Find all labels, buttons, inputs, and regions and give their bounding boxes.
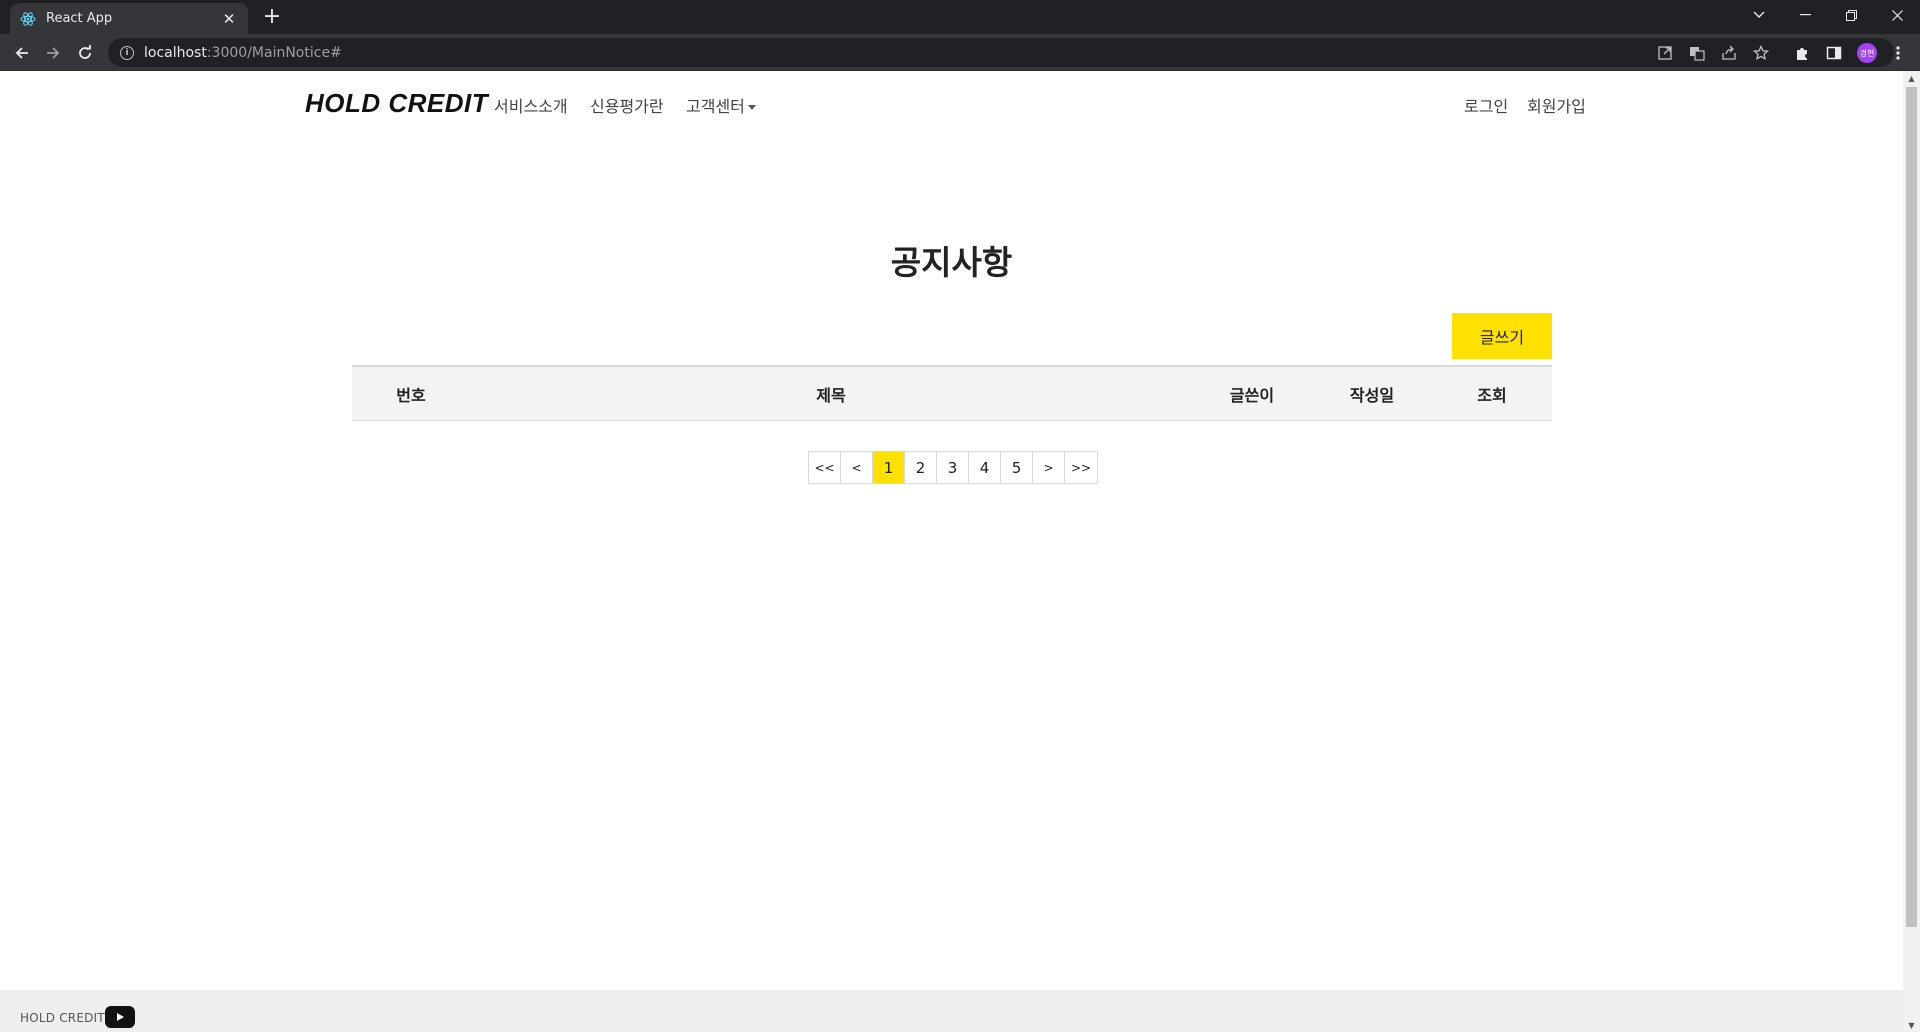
browser-tab-strip: React App ✕ +	[0, 0, 1920, 34]
nav-customer-center[interactable]: 고객센터	[686, 93, 756, 117]
page-title: 공지사항	[890, 243, 1013, 282]
forward-arrow-icon[interactable]	[40, 40, 66, 66]
board-header-row: 번호 제목 글쓴이 작성일 조회	[352, 365, 1552, 421]
close-window-button[interactable]	[1874, 0, 1920, 30]
url-path: :3000/MainNotice#	[206, 44, 342, 61]
site-footer: HOLD CREDIT	[0, 990, 1903, 1032]
column-date: 작성일	[1349, 386, 1395, 405]
minimize-button[interactable]	[1782, 0, 1828, 30]
reload-icon[interactable]	[72, 40, 98, 66]
restore-button[interactable]	[1828, 0, 1874, 30]
login-link[interactable]: 로그인	[1464, 93, 1508, 117]
write-post-button[interactable]: 글쓰기	[1452, 313, 1552, 359]
back-arrow-icon[interactable]	[9, 40, 35, 66]
page-number-button[interactable]: 3	[937, 452, 969, 483]
page-number-button[interactable]: 1	[873, 452, 905, 483]
youtube-icon[interactable]	[105, 1006, 135, 1028]
page-number-button[interactable]: 4	[969, 452, 1001, 483]
more-menu-icon[interactable]	[1888, 43, 1908, 63]
site-info-icon[interactable]: i	[120, 45, 134, 60]
scrollbar-thumb[interactable]	[1906, 87, 1917, 927]
column-number: 번호	[396, 386, 426, 405]
url-host: localhost	[144, 44, 207, 61]
profile-avatar[interactable]: 경현	[1857, 43, 1877, 63]
side-panel-icon[interactable]	[1824, 43, 1844, 63]
page-next-button[interactable]: >	[1033, 452, 1065, 483]
scroll-up-arrow-icon[interactable]: ▲	[1903, 71, 1920, 85]
page-number-button[interactable]: 5	[1001, 452, 1033, 483]
page-number-button[interactable]: 2	[905, 452, 937, 483]
bookmark-star-icon[interactable]	[1752, 44, 1770, 62]
tab-search-icon[interactable]	[1736, 0, 1782, 30]
page-prev-button[interactable]: <	[841, 452, 873, 483]
close-tab-icon[interactable]: ✕	[220, 10, 238, 28]
page-first-button[interactable]: <<	[809, 452, 841, 483]
nav-credit-rating[interactable]: 신용평가란	[590, 93, 664, 117]
page-viewport: HOLD CREDIT 서비스소개 신용평가란 고객센터 로그인 회원가입 공지…	[0, 71, 1903, 1032]
tab-title: React App	[46, 11, 113, 26]
column-author: 글쓴이	[1229, 386, 1275, 405]
page-last-button[interactable]: >>	[1065, 452, 1097, 483]
react-icon	[20, 11, 36, 27]
translate-icon[interactable]	[1688, 44, 1706, 62]
share-icon[interactable]	[1720, 44, 1738, 62]
scroll-down-arrow-icon[interactable]: ▼	[1903, 1018, 1920, 1032]
extensions-puzzle-icon[interactable]	[1792, 43, 1812, 63]
signup-link[interactable]: 회원가입	[1527, 93, 1586, 117]
site-header: HOLD CREDIT 서비스소개 신용평가란 고객센터 로그인 회원가입	[305, 88, 1590, 118]
address-bar[interactable]: i localhost :3000/MainNotice#	[108, 38, 1894, 67]
nav-service-intro[interactable]: 서비스소개	[494, 93, 568, 117]
column-views: 조회	[1477, 386, 1507, 405]
pagination: << < 1 2 3 4 5 > >>	[808, 451, 1098, 484]
dropdown-caret-icon	[747, 105, 756, 110]
site-logo[interactable]: HOLD CREDIT	[305, 88, 488, 119]
vertical-scrollbar[interactable]: ▲ ▼	[1903, 71, 1920, 1032]
column-title: 제목	[816, 386, 846, 405]
browser-tab[interactable]: React App ✕	[10, 3, 248, 34]
open-in-app-icon[interactable]	[1656, 44, 1674, 62]
new-tab-button[interactable]: +	[260, 6, 284, 30]
footer-brand: HOLD CREDIT	[20, 1011, 105, 1025]
browser-toolbar: i localhost :3000/MainNotice# 경현	[0, 34, 1920, 71]
nav-customer-center-label: 고객센터	[686, 97, 745, 116]
